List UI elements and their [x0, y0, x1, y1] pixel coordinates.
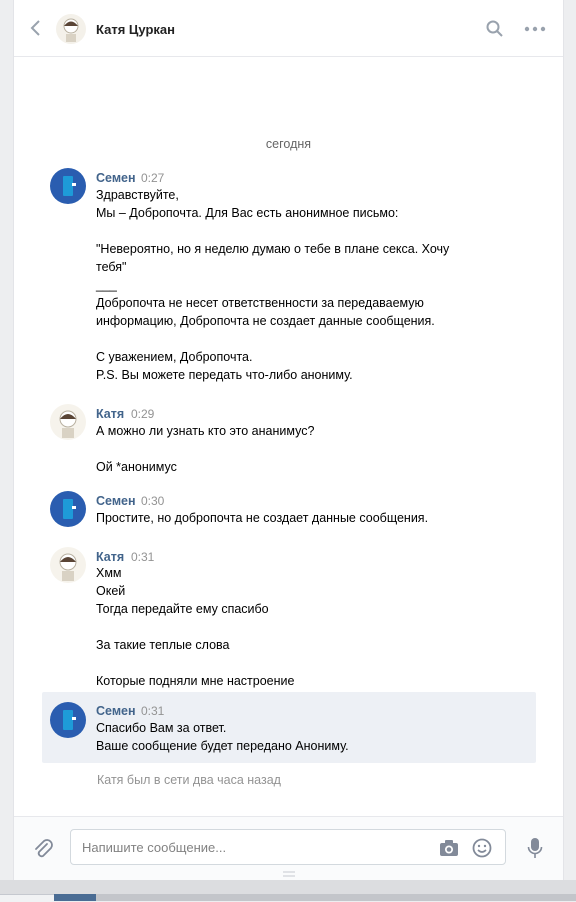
- conversation-panel: Катя Цуркан сегодня Семен 0:27 Здравству…: [13, 0, 564, 881]
- message-text: Спасибо Вам за ответ. Ваше сообщение буд…: [96, 721, 349, 753]
- message-composer: Напишите сообщение...: [14, 816, 563, 881]
- bot-avatar[interactable]: [50, 491, 86, 527]
- date-divider: сегодня: [265, 137, 312, 151]
- bottom-taskbar: [0, 880, 576, 902]
- bot-avatar[interactable]: [50, 702, 86, 738]
- more-icon[interactable]: [524, 26, 546, 32]
- message-item-highlighted: Семен 0:31 Спасибо Вам за ответ. Ваше со…: [42, 692, 536, 763]
- message-author[interactable]: Катя: [96, 407, 124, 421]
- message-time: 0:30: [141, 494, 165, 508]
- contact-name[interactable]: Катя Цуркан: [96, 22, 175, 37]
- message-text: А можно ли узнать кто это ананимус? Ой *…: [96, 424, 315, 474]
- resize-grip-icon[interactable]: [283, 871, 295, 877]
- message-text: Хмм Окей Тогда передайте ему спасибо За …: [96, 566, 295, 688]
- taskbar-segment-active[interactable]: [54, 894, 96, 901]
- message-author[interactable]: Семен: [96, 494, 136, 508]
- message-time: 0:29: [131, 407, 155, 421]
- message-time: 0:31: [131, 550, 155, 564]
- message-input-placeholder: Напишите сообщение...: [82, 840, 227, 855]
- paperclip-icon[interactable]: [32, 837, 54, 859]
- message-text: Здравствуйте, Мы – Добропочта. Для Вас е…: [96, 188, 450, 382]
- microphone-icon[interactable]: [527, 837, 543, 859]
- message-time: 0:27: [141, 171, 165, 185]
- message-author[interactable]: Семен: [96, 171, 136, 185]
- message-time: 0:31: [141, 704, 165, 718]
- bot-avatar[interactable]: [50, 168, 86, 204]
- taskbar-segment[interactable]: [96, 894, 576, 901]
- back-arrow-icon[interactable]: [28, 19, 44, 37]
- camera-icon[interactable]: [439, 839, 459, 857]
- message-input[interactable]: Напишите сообщение...: [70, 829, 506, 865]
- message-author[interactable]: Семен: [96, 704, 136, 718]
- chat-header: Катя Цуркан: [14, 0, 563, 57]
- message-text: Простите, но добропочта не создает данны…: [96, 511, 429, 525]
- contact-avatar[interactable]: [56, 14, 86, 44]
- user-avatar[interactable]: [50, 547, 86, 583]
- emoji-icon[interactable]: [472, 838, 492, 858]
- search-icon[interactable]: [486, 20, 504, 38]
- message-author[interactable]: Катя: [96, 550, 124, 564]
- online-status: Катя был в сети два часа назад: [97, 773, 281, 787]
- user-avatar[interactable]: [50, 404, 86, 440]
